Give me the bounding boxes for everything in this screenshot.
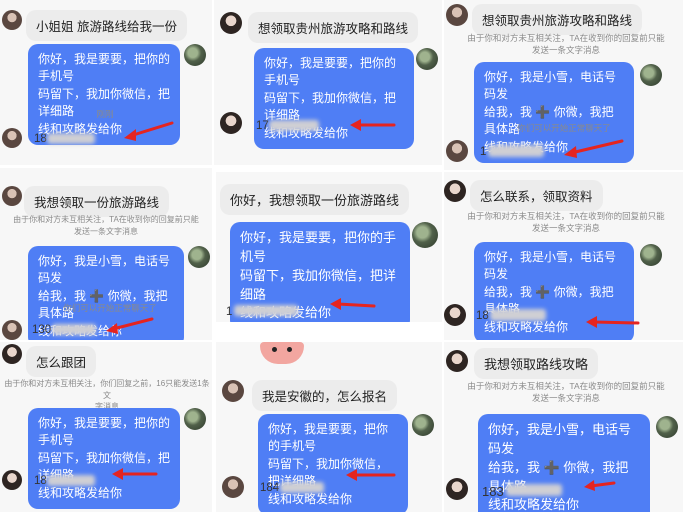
merchant-avatar-icon[interactable] — [184, 44, 206, 66]
red-arrow-icon — [124, 121, 174, 141]
redacted-phone-digits — [47, 133, 95, 144]
user-avatar-icon[interactable] — [446, 350, 468, 372]
system-notice: 由于你和对方未互相关注，TA在收到你的回复前只能 发送一条文字消息 — [467, 381, 665, 404]
red-arrow-icon — [106, 317, 154, 334]
chat-panel-8: 我是安徽的，怎么报名 你好，我是要要，把你的手机号 码留下，我加你微信，把详细路… — [216, 342, 442, 512]
redacted-phone-digits — [52, 324, 96, 335]
phone-message: 130 — [32, 324, 52, 336]
user-message: 怎么联系，领取资料 — [470, 180, 603, 211]
chat-panel-3: 想领取贵州旅游攻略和路线 由于你和对方未互相关注，TA在收到你的回复前只能 发送… — [444, 0, 683, 170]
red-arrow-icon — [346, 469, 396, 481]
merchant-avatar-icon[interactable] — [188, 246, 210, 268]
user-avatar-icon[interactable] — [222, 380, 244, 402]
red-arrow-icon — [350, 119, 396, 131]
merchant-reply: 你好，我是要要，把你的手机号 码留下，我加你微信，把详细路 线和攻略发给你 — [28, 408, 180, 509]
redacted-phone-digits — [234, 305, 298, 316]
chat-panel-1: 小姐姐 旅游路线给我一份 你好，我是要要，把你的手机号 码留下，我加你微信，把详… — [0, 0, 212, 165]
merchant-avatar-icon[interactable] — [416, 48, 438, 70]
user-avatar-icon[interactable] — [446, 4, 468, 26]
phone-message: 1 — [226, 306, 233, 318]
phone-message: 1 — [480, 146, 487, 158]
user-avatar-icon[interactable] — [2, 344, 22, 364]
system-notice: 由于你和对方未互相关注，TA在收到你的回复前只能 发送一条文字消息 — [467, 33, 665, 56]
user-avatar-icon[interactable] — [2, 470, 22, 490]
user-message: 小姐姐 旅游路线给我一份 — [26, 10, 187, 41]
user-avatar-icon[interactable] — [446, 140, 468, 162]
red-arrow-icon — [330, 298, 376, 310]
phone-message: 18 — [476, 310, 489, 322]
phone-message: 18 — [34, 475, 47, 487]
red-arrow-icon — [586, 316, 640, 328]
red-arrow-icon — [584, 480, 616, 491]
read-status: 刚刚 — [96, 109, 114, 119]
emoji-sticker-icon — [260, 342, 304, 364]
merchant-reply: 你好，我是要要，把你的手机号 码留下，我加你微信，把详细路 线和攻略发给你 — [258, 414, 408, 512]
chat-panel-9: 我想领取路线攻略 由于你和对方未互相关注，TA在收到你的回复前只能 发送一条文字… — [444, 342, 683, 512]
chat-hint: 你们可以开始正常聊天了 — [63, 303, 157, 313]
phone-message: 17 — [256, 120, 269, 132]
redacted-phone-digits — [47, 475, 95, 486]
chat-panel-5: 你好，我想领取一份旅游路线 你好，我是要要，把你的手机号 码留下，我加你微信，把… — [216, 172, 442, 322]
merchant-avatar-icon[interactable] — [640, 244, 662, 266]
merchant-avatar-icon[interactable] — [412, 414, 434, 436]
chat-panel-7: 怎么跟团 由于你和对方未互相关注，你们回复之前，16只能发送1条文 字消息 你好… — [0, 342, 212, 512]
redacted-phone-digits — [280, 482, 324, 493]
merchant-avatar-icon[interactable] — [656, 416, 678, 438]
chat-panel-4: 我想领取一份旅游路线 由于你和对方未互相关注，TA在收到你的回复前只能 发送一条… — [0, 168, 212, 340]
system-notice: 由于你和对方未互相关注，TA在收到你的回复前只能 发送一条文字消息 — [13, 215, 199, 236]
user-avatar-icon[interactable] — [444, 304, 466, 326]
phone-message: 183 — [482, 484, 504, 499]
user-message: 我是安徽的，怎么报名 — [252, 380, 398, 411]
merchant-reply: 你好，我是小雪，电话号码发 给我，我 ➕ 你微，我把具体路 线和攻略发给你 — [478, 414, 650, 512]
user-message: 怎么跟团 — [26, 346, 97, 377]
user-avatar-icon[interactable] — [2, 320, 22, 340]
red-arrow-icon — [112, 468, 158, 480]
user-message: 我想领取路线攻略 — [474, 348, 599, 379]
red-arrow-icon — [564, 139, 624, 158]
redacted-phone-digits — [488, 145, 544, 157]
user-avatar-icon[interactable] — [446, 478, 468, 500]
chat-panel-6: 怎么联系，领取资料 由于你和对方未互相关注，TA在收到你的回复前只能 发送一条文… — [444, 172, 683, 340]
chat-panel-2: 想领取贵州旅游攻略和路线 你好，我是要要，把你的手机号 码留下，我加你微信，把详… — [214, 0, 442, 165]
merchant-reply: 你好，我是要要，把你的手机号 码留下，我加你微信，把详细路 线和攻略发给你 — [254, 48, 414, 149]
user-message: 想领取贵州旅游攻略和路线 — [248, 12, 419, 43]
merchant-avatar-icon[interactable] — [640, 64, 662, 86]
user-avatar-icon[interactable] — [220, 112, 242, 134]
merchant-avatar-icon[interactable] — [412, 222, 438, 248]
redacted-phone-digits — [269, 120, 319, 131]
user-avatar-icon[interactable] — [220, 12, 242, 34]
user-message: 我想领取一份旅游路线 — [24, 186, 170, 217]
redacted-phone-digits — [490, 309, 546, 321]
user-message: 你好，我想领取一份旅游路线 — [220, 184, 410, 215]
user-avatar-icon[interactable] — [444, 180, 466, 202]
phone-message: 18 — [34, 133, 47, 145]
chat-hint: 你们可以开始正常聊天了 — [517, 123, 611, 133]
redacted-phone-digits — [506, 484, 562, 496]
system-notice: 由于你和对方未互相关注，TA在收到你的回复前只能 发送一条文字消息 — [467, 211, 665, 234]
user-message: 想领取贵州旅游攻略和路线 — [472, 4, 643, 35]
merchant-avatar-icon[interactable] — [184, 408, 206, 430]
phone-message: 184 — [260, 482, 280, 494]
user-avatar-icon[interactable] — [2, 10, 22, 30]
user-avatar-icon[interactable] — [222, 476, 244, 498]
user-avatar-icon[interactable] — [2, 128, 22, 148]
user-avatar-icon[interactable] — [2, 186, 22, 206]
